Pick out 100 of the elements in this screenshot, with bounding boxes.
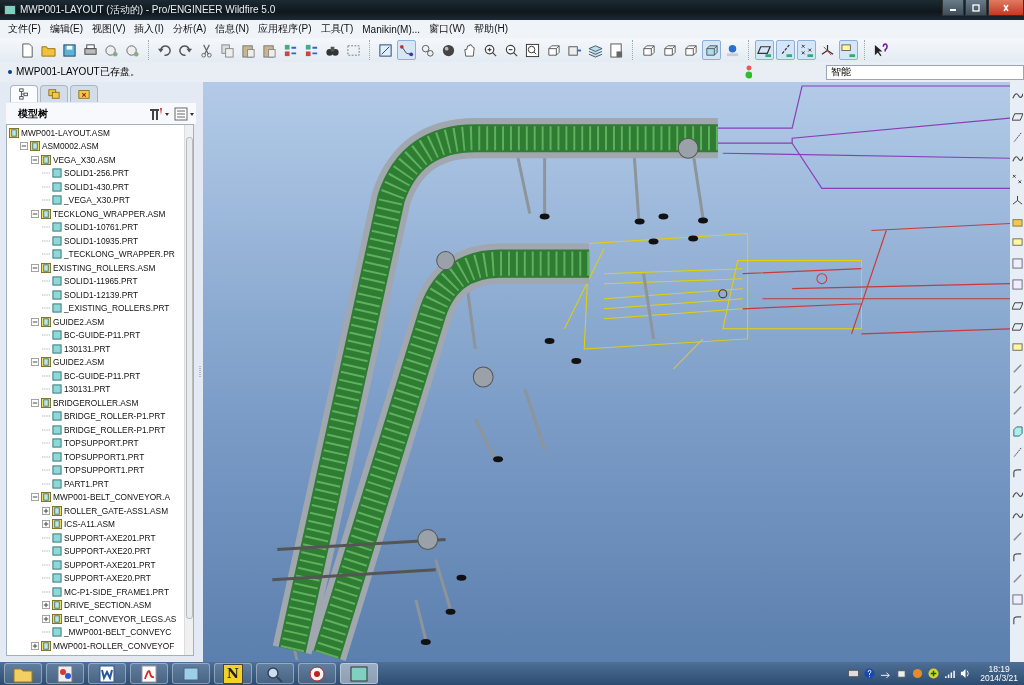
expand-toggle[interactable] bbox=[31, 155, 39, 164]
expand-toggle[interactable] bbox=[31, 398, 39, 407]
tree-item[interactable]: SOLID1-430.PRT bbox=[7, 180, 184, 194]
datum-axis-icon[interactable] bbox=[1011, 447, 1023, 458]
settings-dropdown[interactable] bbox=[148, 106, 170, 121]
tree-item[interactable]: MC-P1-SIDE_FRAME1.PRT bbox=[7, 585, 184, 599]
cube-icon[interactable] bbox=[1011, 426, 1023, 437]
close-button[interactable] bbox=[988, 0, 1024, 16]
tree-item[interactable]: BC-GUIDE-P11.PRT bbox=[7, 369, 184, 383]
tree-item[interactable]: SUPPORT-AXE201.PRT bbox=[7, 558, 184, 572]
tree-item[interactable]: VEGA_X30.ASM bbox=[7, 153, 184, 167]
tree-item[interactable]: DRIVE_SECTION.ASM bbox=[7, 598, 184, 612]
tree-item[interactable]: MWP001-BELT_CONVEYOR.A bbox=[7, 490, 184, 504]
tree-item[interactable]: 130131.PRT bbox=[7, 382, 184, 396]
taskbar-button[interactable] bbox=[172, 663, 210, 684]
menu-item[interactable]: 插入(I) bbox=[134, 22, 164, 36]
speaker-icon[interactable] bbox=[960, 668, 972, 679]
help-icon[interactable] bbox=[864, 668, 876, 679]
tree-item[interactable]: EXISTING_ROLLERS.ASM bbox=[7, 261, 184, 275]
menu-item[interactable]: 应用程序(P) bbox=[258, 22, 312, 36]
tree-item[interactable]: _TECKLONG_WRAPPER.PR bbox=[7, 247, 184, 261]
expand-toggle[interactable] bbox=[42, 520, 50, 529]
edge-icon[interactable] bbox=[1011, 573, 1023, 584]
round-icon[interactable] bbox=[1011, 615, 1023, 626]
tree-item[interactable]: BC-GUIDE-P11.PRT bbox=[7, 328, 184, 342]
expand-toggle[interactable] bbox=[42, 614, 50, 623]
taskbar-button[interactable] bbox=[4, 663, 42, 684]
curve-icon[interactable] bbox=[1011, 153, 1023, 164]
annotation-icon[interactable] bbox=[1011, 237, 1023, 248]
tree-item[interactable]: BRIDGE_ROLLER-P1.PRT bbox=[7, 423, 184, 437]
navigator-tab[interactable] bbox=[10, 85, 38, 102]
tree-item[interactable]: BELT_CONVEYOR_LEGS.AS bbox=[7, 612, 184, 626]
datum-points-icon[interactable] bbox=[1011, 174, 1023, 185]
taskbar-button[interactable]: N bbox=[214, 663, 252, 684]
tree-item[interactable]: GUIDE2.ASM bbox=[7, 355, 184, 369]
datum-axis-icon[interactable] bbox=[1011, 132, 1023, 143]
navigator-tab[interactable] bbox=[70, 85, 98, 102]
menu-item[interactable]: 窗口(W) bbox=[429, 22, 466, 36]
clock[interactable]: 18:19 2014/3/21 bbox=[980, 664, 1018, 683]
menu-item[interactable]: 分析(A) bbox=[172, 22, 207, 36]
expand-toggle[interactable] bbox=[31, 358, 39, 367]
expand-toggle[interactable] bbox=[42, 506, 50, 515]
round-icon[interactable] bbox=[1011, 552, 1023, 563]
edge-icon[interactable] bbox=[1011, 384, 1023, 395]
datum-plane-icon[interactable] bbox=[1011, 321, 1023, 332]
taskbar-button[interactable] bbox=[130, 663, 168, 684]
tree-item[interactable]: PART1.PRT bbox=[7, 477, 184, 491]
tree-item[interactable]: 130131.PRT bbox=[7, 342, 184, 356]
curve-icon[interactable] bbox=[1011, 489, 1023, 500]
tree-item[interactable]: SOLID1-12139.PRT bbox=[7, 288, 184, 302]
menu-item[interactable]: 帮助(H) bbox=[474, 22, 509, 36]
taskbar-button[interactable] bbox=[298, 663, 336, 684]
expand-toggle[interactable] bbox=[31, 317, 39, 326]
tree-item[interactable]: BRIDGEROLLER.ASM bbox=[7, 396, 184, 410]
expand-toggle[interactable] bbox=[31, 263, 39, 272]
menu-item[interactable]: 信息(N) bbox=[215, 22, 250, 36]
tree-item[interactable]: MWP001-ROLLER_CONVEYOF bbox=[7, 639, 184, 653]
menu-item[interactable]: 编辑(E) bbox=[49, 22, 84, 36]
plus-icon[interactable] bbox=[928, 668, 940, 679]
edge-icon[interactable] bbox=[1011, 363, 1023, 374]
curve-icon[interactable] bbox=[1011, 510, 1023, 521]
coordinate-system-icon[interactable] bbox=[1011, 195, 1023, 206]
minimize-button[interactable] bbox=[942, 0, 964, 16]
edge-icon[interactable] bbox=[1011, 531, 1023, 542]
tree-item[interactable]: SOLID1-11965.PRT bbox=[7, 274, 184, 288]
tree-item[interactable]: TOPSUPPORT.PRT bbox=[7, 436, 184, 450]
expand-toggle[interactable] bbox=[31, 493, 39, 502]
menu-item[interactable]: 视图(V) bbox=[92, 22, 126, 36]
menu-item[interactable]: 文件(F) bbox=[8, 22, 41, 36]
menu-item[interactable]: Manikin(M)... bbox=[362, 23, 421, 35]
taskbar-button[interactable] bbox=[46, 663, 84, 684]
tree-item[interactable]: MWP001-LAYOUT.ASM bbox=[7, 126, 184, 140]
round-icon[interactable] bbox=[1011, 468, 1023, 479]
tree-item[interactable]: _VEGA_X30.PRT bbox=[7, 193, 184, 207]
tree-item[interactable]: BRIDGE_ROLLER-P1.PRT bbox=[7, 409, 184, 423]
taskbar-button[interactable] bbox=[340, 663, 378, 684]
tree-item[interactable]: SUPPORT-AXE20.PRT bbox=[7, 571, 184, 585]
tree-item[interactable]: _EXISTING_ROLLERS.PRT bbox=[7, 301, 184, 315]
tree-item[interactable]: TOPSUPPORT1.PRT bbox=[7, 450, 184, 464]
tree-item[interactable]: TECKLONG_WRAPPER.ASM bbox=[7, 207, 184, 221]
datum-plane-icon[interactable] bbox=[1011, 300, 1023, 311]
keyboard-icon[interactable] bbox=[848, 668, 860, 679]
tree-item[interactable]: ICS-A11.ASM bbox=[7, 517, 184, 531]
tree-item[interactable]: SOLID1-256.PRT bbox=[7, 166, 184, 180]
tree-item[interactable]: ROLLER_GATE-ASS1.ASM bbox=[7, 504, 184, 518]
toolbar-button[interactable] bbox=[397, 40, 416, 60]
tree-item[interactable]: SOLID1-10761.PRT bbox=[7, 220, 184, 234]
maximize-button[interactable] bbox=[965, 0, 987, 16]
tree-item[interactable]: SUPPORT-AXE20.PRT bbox=[7, 544, 184, 558]
annotation-icon[interactable] bbox=[1011, 342, 1023, 353]
taskbar-button[interactable] bbox=[256, 663, 294, 684]
taskbar-button[interactable] bbox=[88, 663, 126, 684]
signal-icon[interactable] bbox=[944, 668, 956, 679]
sketch-icon[interactable] bbox=[1011, 90, 1023, 101]
toolbar-button[interactable] bbox=[755, 40, 774, 60]
tree-item[interactable]: GUIDE2.ASM bbox=[7, 315, 184, 329]
navigator-tab[interactable] bbox=[40, 85, 68, 102]
tree-item[interactable]: _MWP001-BELT_CONVEYC bbox=[7, 625, 184, 639]
datum-plane-icon[interactable] bbox=[1011, 111, 1023, 122]
tree-item[interactable]: SUPPORT-AXE201.PRT bbox=[7, 531, 184, 545]
